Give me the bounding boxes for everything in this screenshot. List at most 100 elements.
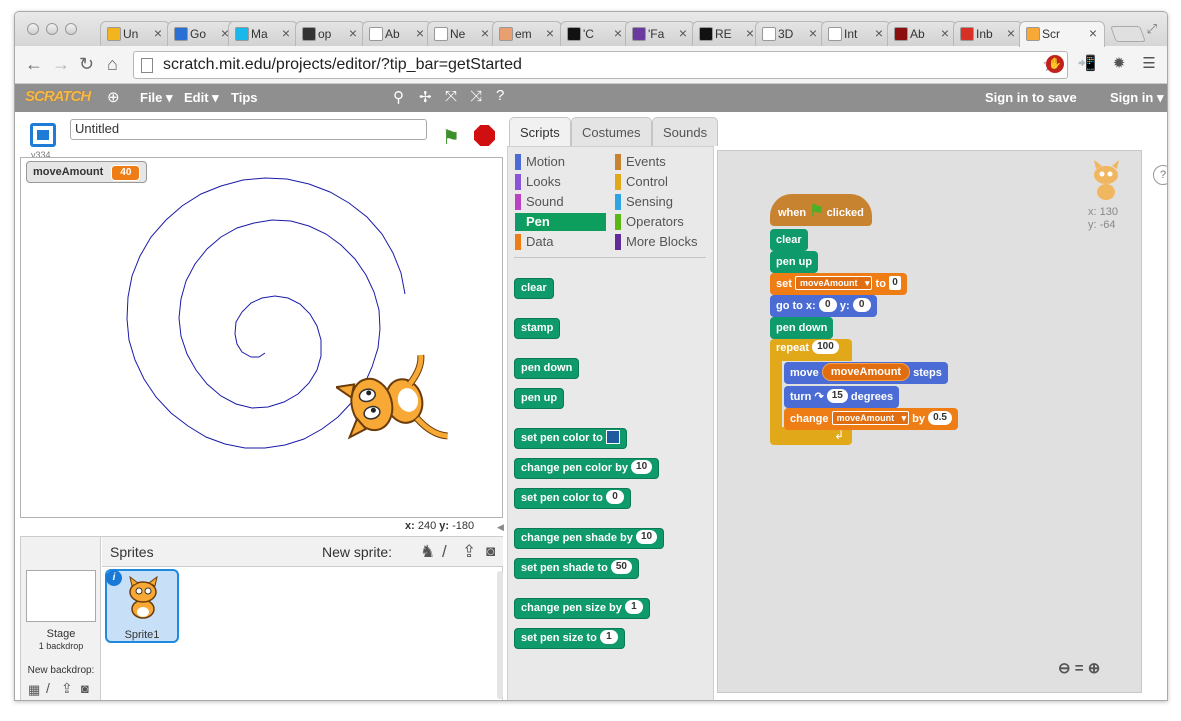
- palette-set-pen-color-swatch-block[interactable]: set pen color to: [514, 428, 627, 449]
- library-sprite-icon[interactable]: ♞: [420, 542, 435, 562]
- paint-sprite-icon[interactable]: /: [442, 542, 447, 562]
- set-variable-block[interactable]: set moveAmount to 0: [770, 273, 907, 295]
- globe-icon[interactable]: ⊕: [107, 88, 120, 106]
- move-steps-block[interactable]: move moveAmount steps: [784, 362, 948, 384]
- close-tab-icon[interactable]: ×: [416, 25, 424, 41]
- edit-menu[interactable]: Edit ▾: [184, 90, 219, 106]
- stage-column[interactable]: Stage 1 backdrop New backdrop: ▦ / ⇪ ◙: [21, 537, 101, 700]
- browser-tab[interactable]: op ×: [295, 21, 365, 46]
- minimize-window-button[interactable]: [46, 23, 58, 35]
- home-icon[interactable]: ⌂: [107, 55, 118, 73]
- block-input[interactable]: 0.5: [928, 411, 952, 426]
- back-arrow-icon[interactable]: ←: [25, 55, 43, 73]
- paint-backdrop-icon[interactable]: ▦: [28, 682, 40, 698]
- category-events[interactable]: Events: [615, 153, 666, 171]
- palette-change-pen-size-block[interactable]: change pen size by 1: [514, 598, 650, 619]
- green-flag-icon[interactable]: ⚑: [442, 125, 460, 150]
- variable-dropdown[interactable]: moveAmount: [831, 411, 910, 426]
- color-swatch[interactable]: [605, 430, 620, 445]
- stop-sign-icon[interactable]: [474, 125, 495, 146]
- block-input[interactable]: 100: [812, 340, 839, 355]
- tips-menu[interactable]: Tips: [231, 90, 258, 105]
- file-menu[interactable]: File ▾: [140, 90, 173, 106]
- stop-extension-icon[interactable]: ✋: [1046, 55, 1064, 73]
- block-input[interactable]: 1: [624, 600, 643, 615]
- menu-icon[interactable]: ☰: [1139, 54, 1159, 74]
- tab-sounds[interactable]: Sounds: [652, 117, 719, 146]
- variable-dropdown[interactable]: moveAmount: [794, 276, 873, 291]
- block-input[interactable]: 0: [605, 490, 624, 505]
- variable-reporter[interactable]: moveAmount: [821, 363, 911, 382]
- close-tab-icon[interactable]: ×: [481, 25, 489, 41]
- block-input[interactable]: 50: [610, 560, 632, 575]
- browser-tab[interactable]: Ne ×: [427, 21, 497, 46]
- browser-tab[interactable]: Scr ×: [1019, 21, 1105, 47]
- tab-scripts[interactable]: Scripts: [509, 117, 571, 147]
- pen-up-block[interactable]: pen up: [770, 251, 819, 273]
- browser-tab[interactable]: 'Fa ×: [625, 21, 695, 46]
- block-input[interactable]: 1: [599, 630, 618, 645]
- pen-down-block[interactable]: pen down: [770, 317, 834, 339]
- sprites-scrollbar[interactable]: [497, 571, 503, 699]
- reload-icon[interactable]: ↻: [79, 55, 94, 73]
- browser-tab[interactable]: Ma ×: [228, 21, 298, 46]
- close-tab-icon[interactable]: ×: [282, 25, 290, 41]
- change-variable-block[interactable]: change moveAmount by 0.5: [784, 408, 958, 430]
- block-input[interactable]: 15: [826, 389, 848, 404]
- close-window-button[interactable]: [27, 23, 39, 35]
- fullscreen-icon[interactable]: ⤢: [1147, 21, 1157, 37]
- palette-change-pen-shade-block[interactable]: change pen shade by 10: [514, 528, 665, 549]
- bug-extension-icon[interactable]: ✹: [1109, 54, 1129, 74]
- close-tab-icon[interactable]: ×: [349, 25, 357, 41]
- category-motion[interactable]: Motion: [515, 153, 565, 171]
- zoom-window-button[interactable]: [65, 23, 77, 35]
- sprite-thumbnail[interactable]: i Sprite1: [105, 569, 179, 643]
- palette-set-pen-color-num-block[interactable]: set pen color to 0: [514, 488, 631, 509]
- when-flag-clicked-block[interactable]: when ⚑ clicked: [770, 194, 872, 226]
- fullscreen-stage-icon[interactable]: [30, 123, 56, 147]
- browser-tab[interactable]: Un ×: [100, 21, 170, 46]
- zoom-out-icon[interactable]: ⊖: [1058, 660, 1071, 677]
- project-title-input[interactable]: Untitled: [70, 119, 427, 140]
- shrink-icon[interactable]: ⤨: [470, 88, 482, 105]
- close-tab-icon[interactable]: ×: [546, 25, 554, 41]
- block-input[interactable]: 0: [889, 276, 901, 291]
- browser-tab[interactable]: Inb ×: [953, 21, 1023, 46]
- block-input[interactable]: 0: [818, 298, 837, 313]
- block-input[interactable]: 10: [631, 460, 653, 475]
- category-looks[interactable]: Looks: [515, 173, 561, 191]
- browser-tab[interactable]: Int ×: [821, 21, 891, 46]
- browser-tab[interactable]: Ab ×: [887, 21, 957, 46]
- close-tab-icon[interactable]: ×: [1089, 25, 1097, 41]
- zoom-reset-icon[interactable]: =: [1075, 660, 1084, 677]
- category-pen[interactable]: Pen: [515, 213, 606, 231]
- palette-pen-up-block[interactable]: pen up: [514, 388, 565, 409]
- category-control[interactable]: Control: [615, 173, 668, 191]
- palette-change-pen-color-block[interactable]: change pen color by 10: [514, 458, 660, 479]
- upload-sprite-icon[interactable]: ⇪: [462, 542, 476, 562]
- help-icon[interactable]: ?: [496, 87, 504, 104]
- palette-set-pen-size-block[interactable]: set pen size to 1: [514, 628, 625, 649]
- sign-in-to-save-link[interactable]: Sign in to save: [985, 90, 1077, 105]
- close-tab-icon[interactable]: ×: [154, 25, 162, 41]
- browser-tab[interactable]: 'C ×: [560, 21, 630, 46]
- category-operators[interactable]: Operators: [615, 213, 684, 231]
- close-tab-icon[interactable]: ×: [809, 25, 817, 41]
- stage-thumbnail[interactable]: [26, 570, 96, 622]
- help-tab-icon[interactable]: ?: [1153, 165, 1167, 185]
- browser-tab[interactable]: Go ×: [167, 21, 237, 46]
- browser-tab[interactable]: Ab ×: [362, 21, 432, 46]
- browser-tab[interactable]: em ×: [492, 21, 562, 46]
- palette-set-pen-shade-block[interactable]: set pen shade to 50: [514, 558, 639, 579]
- address-bar[interactable]: scratch.mit.edu/projects/editor/?tip_bar…: [133, 51, 1068, 79]
- delete-icon[interactable]: ✢: [419, 88, 432, 106]
- category-data[interactable]: Data: [515, 233, 553, 251]
- scratch-logo[interactable]: SCRATCH: [25, 88, 91, 105]
- block-input[interactable]: 10: [635, 530, 658, 545]
- palette-pen-down-block[interactable]: pen down: [514, 358, 580, 379]
- turn-degrees-block[interactable]: turn ↷ 15 degrees: [784, 386, 900, 408]
- close-tab-icon[interactable]: ×: [679, 25, 687, 41]
- category-more-blocks[interactable]: More Blocks: [615, 233, 698, 251]
- camera-sprite-icon[interactable]: ◙: [486, 543, 495, 560]
- category-sound[interactable]: Sound: [515, 193, 564, 211]
